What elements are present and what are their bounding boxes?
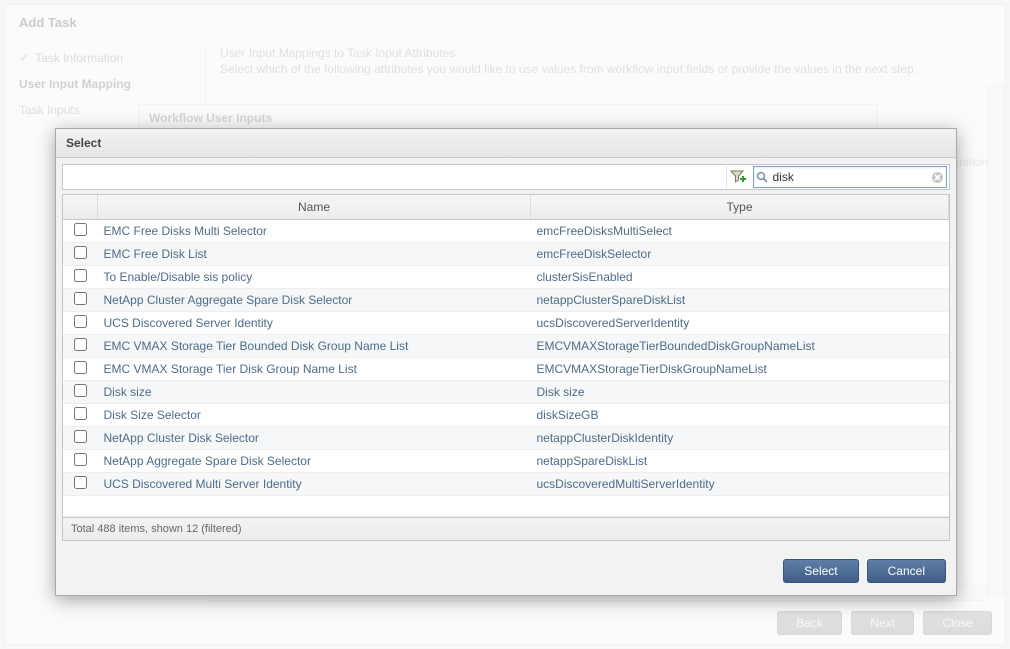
- row-type: clusterSisEnabled: [531, 266, 949, 289]
- table-row[interactable]: Disk sizeDisk size: [63, 381, 949, 404]
- row-checkbox[interactable]: [74, 269, 87, 282]
- row-checkbox-cell: [63, 473, 98, 496]
- row-name: EMC Free Disk List: [98, 243, 531, 266]
- wizard-title: Add Task: [19, 15, 991, 30]
- row-name: EMC VMAX Storage Tier Bounded Disk Group…: [98, 335, 531, 358]
- step-label: Task Inputs: [19, 103, 80, 117]
- row-type: netappSpareDiskList: [531, 450, 949, 473]
- search-icon: [754, 171, 771, 184]
- row-checkbox-cell: [63, 243, 98, 266]
- vertical-scrollbar[interactable]: [988, 86, 1004, 594]
- select-button[interactable]: Select: [783, 559, 858, 583]
- table-row[interactable]: NetApp Cluster Aggregate Spare Disk Sele…: [63, 289, 949, 312]
- row-name: Disk size: [98, 381, 531, 404]
- inner-panel-title: Workflow User Inputs: [149, 111, 272, 125]
- close-button[interactable]: Close: [923, 611, 992, 635]
- clear-search-button[interactable]: [930, 171, 947, 184]
- row-type: netappClusterDiskIdentity: [531, 427, 949, 450]
- row-name: UCS Discovered Server Identity: [98, 312, 531, 335]
- row-type: Disk size: [531, 381, 949, 404]
- step-label: User Input Mapping: [19, 77, 131, 91]
- row-checkbox[interactable]: [74, 223, 87, 236]
- row-name: NetApp Cluster Disk Selector: [98, 427, 531, 450]
- step-label: Task Information: [35, 51, 123, 65]
- truncated-text: finition: [953, 155, 988, 169]
- row-name: EMC Free Disks Multi Selector: [98, 220, 531, 243]
- dialog-footer: Select Cancel: [56, 551, 956, 595]
- hint-line-1: User Input Mappings to Task Input Attrib…: [220, 45, 991, 61]
- table-row[interactable]: EMC Free Disks Multi SelectoremcFreeDisk…: [63, 220, 949, 243]
- col-checkbox: [63, 195, 98, 220]
- table-row[interactable]: EMC VMAX Storage Tier Bounded Disk Group…: [63, 335, 949, 358]
- row-checkbox[interactable]: [74, 338, 87, 351]
- row-checkbox-cell: [63, 358, 98, 381]
- row-checkbox[interactable]: [74, 407, 87, 420]
- table-row[interactable]: UCS Discovered Multi Server IdentityucsD…: [63, 473, 949, 496]
- row-checkbox-cell: [63, 220, 98, 243]
- select-dialog: Select: [55, 128, 957, 596]
- row-name: NetApp Aggregate Spare Disk Selector: [98, 450, 531, 473]
- row-name: Disk Size Selector: [98, 404, 531, 427]
- wizard-footer: Back Next Close: [771, 611, 992, 635]
- row-name: NetApp Cluster Aggregate Spare Disk Sele…: [98, 289, 531, 312]
- next-button[interactable]: Next: [851, 611, 914, 635]
- filter-toolbar: [62, 164, 950, 190]
- table-row[interactable]: EMC Free Disk ListemcFreeDiskSelector: [63, 243, 949, 266]
- empty-row: [63, 496, 949, 517]
- dialog-title: Select: [56, 129, 956, 158]
- funnel-plus-icon: [730, 169, 746, 185]
- col-name[interactable]: Name: [98, 195, 531, 220]
- check-icon: ✔: [19, 51, 29, 65]
- row-checkbox-cell: [63, 404, 98, 427]
- status-bar: Total 488 items, shown 12 (filtered): [62, 518, 950, 541]
- row-checkbox[interactable]: [74, 476, 87, 489]
- results-table: Name Type EMC Free Disks Multi Selectore…: [63, 195, 949, 517]
- search-input[interactable]: [771, 170, 930, 184]
- row-checkbox-cell: [63, 312, 98, 335]
- row-type: ucsDiscoveredServerIdentity: [531, 312, 949, 335]
- back-button[interactable]: Back: [777, 611, 842, 635]
- cancel-button[interactable]: Cancel: [867, 559, 946, 583]
- dialog-body: Name Type EMC Free Disks Multi Selectore…: [56, 164, 956, 541]
- hint-line-2: Select which of the following attributes…: [220, 61, 991, 77]
- table-row[interactable]: To Enable/Disable sis policyclusterSisEn…: [63, 266, 949, 289]
- row-checkbox[interactable]: [74, 361, 87, 374]
- add-filter-button[interactable]: [726, 166, 749, 188]
- row-name: To Enable/Disable sis policy: [98, 266, 531, 289]
- row-checkbox-cell: [63, 266, 98, 289]
- step-user-input-mapping[interactable]: User Input Mapping: [19, 71, 194, 97]
- table-row[interactable]: Disk Size SelectordiskSizeGB: [63, 404, 949, 427]
- row-checkbox[interactable]: [74, 292, 87, 305]
- col-type[interactable]: Type: [531, 195, 949, 220]
- row-type: emcFreeDiskSelector: [531, 243, 949, 266]
- search-input-wrap: [753, 166, 947, 188]
- table-row[interactable]: NetApp Cluster Disk SelectornetappCluste…: [63, 427, 949, 450]
- table-row[interactable]: UCS Discovered Server IdentityucsDiscove…: [63, 312, 949, 335]
- row-checkbox[interactable]: [74, 453, 87, 466]
- row-checkbox[interactable]: [74, 315, 87, 328]
- results-table-wrap: Name Type EMC Free Disks Multi Selectore…: [62, 194, 950, 518]
- row-checkbox-cell: [63, 427, 98, 450]
- row-checkbox[interactable]: [74, 246, 87, 259]
- step-task-information[interactable]: ✔ Task Information: [19, 45, 194, 71]
- row-checkbox-cell: [63, 381, 98, 404]
- row-name: EMC VMAX Storage Tier Disk Group Name Li…: [98, 358, 531, 381]
- row-type: EMCVMAXStorageTierBoundedDiskGroupNameLi…: [531, 335, 949, 358]
- row-checkbox-cell: [63, 450, 98, 473]
- row-checkbox[interactable]: [74, 384, 87, 397]
- row-type: EMCVMAXStorageTierDiskGroupNameList: [531, 358, 949, 381]
- row-checkbox-cell: [63, 335, 98, 358]
- table-row[interactable]: EMC VMAX Storage Tier Disk Group Name Li…: [63, 358, 949, 381]
- row-name: UCS Discovered Multi Server Identity: [98, 473, 531, 496]
- row-checkbox[interactable]: [74, 430, 87, 443]
- row-type: netappClusterSpareDiskList: [531, 289, 949, 312]
- row-type: emcFreeDisksMultiSelect: [531, 220, 949, 243]
- row-checkbox-cell: [63, 289, 98, 312]
- table-row[interactable]: NetApp Aggregate Spare Disk Selectorneta…: [63, 450, 949, 473]
- row-type: diskSizeGB: [531, 404, 949, 427]
- row-type: ucsDiscoveredMultiServerIdentity: [531, 473, 949, 496]
